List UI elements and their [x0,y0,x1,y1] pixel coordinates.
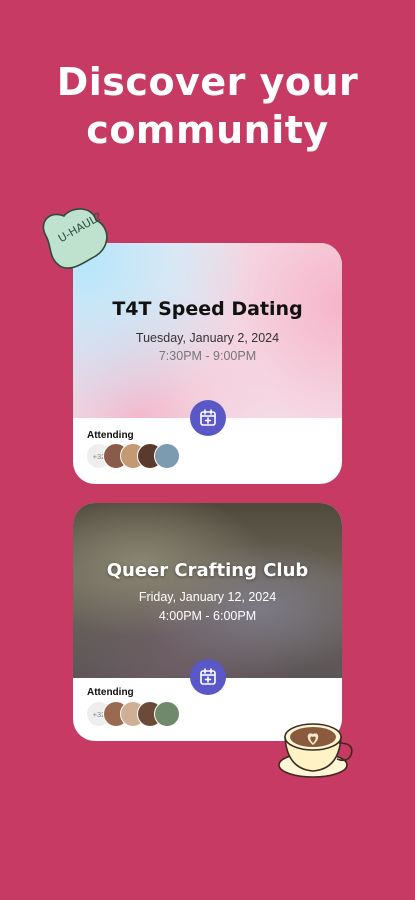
attending-label: Attending [87,430,134,441]
calendar-add-icon [200,409,216,426]
event-hero-photo: Queer Crafting Club Friday, January 12, … [73,503,342,678]
avatar [154,443,180,469]
event-time: 4:00PM - 6:00PM [158,609,257,623]
calendar-add-icon [200,668,216,685]
add-to-calendar-button[interactable] [190,400,226,436]
page-headline: Discover your community [56,60,359,152]
event-title: Queer Crafting Club [106,560,309,581]
event-date: Friday, January 12, 2024 [138,590,277,604]
attending-label: Attending [87,687,134,698]
add-to-calendar-button[interactable] [190,659,226,695]
event-card-crafting-club[interactable]: Queer Crafting Club Friday, January 12, … [73,503,342,741]
event-title: T4T Speed Dating [112,298,303,320]
coffee-latte-icon [278,723,353,778]
avatar [154,701,180,727]
event-time: 7:30PM - 9:00PM [158,349,257,363]
heart-candy-icon [42,208,108,269]
event-card-speed-dating[interactable]: T4T Speed Dating Tuesday, January 2, 202… [73,243,342,484]
event-date: Tuesday, January 2, 2024 [135,331,280,345]
